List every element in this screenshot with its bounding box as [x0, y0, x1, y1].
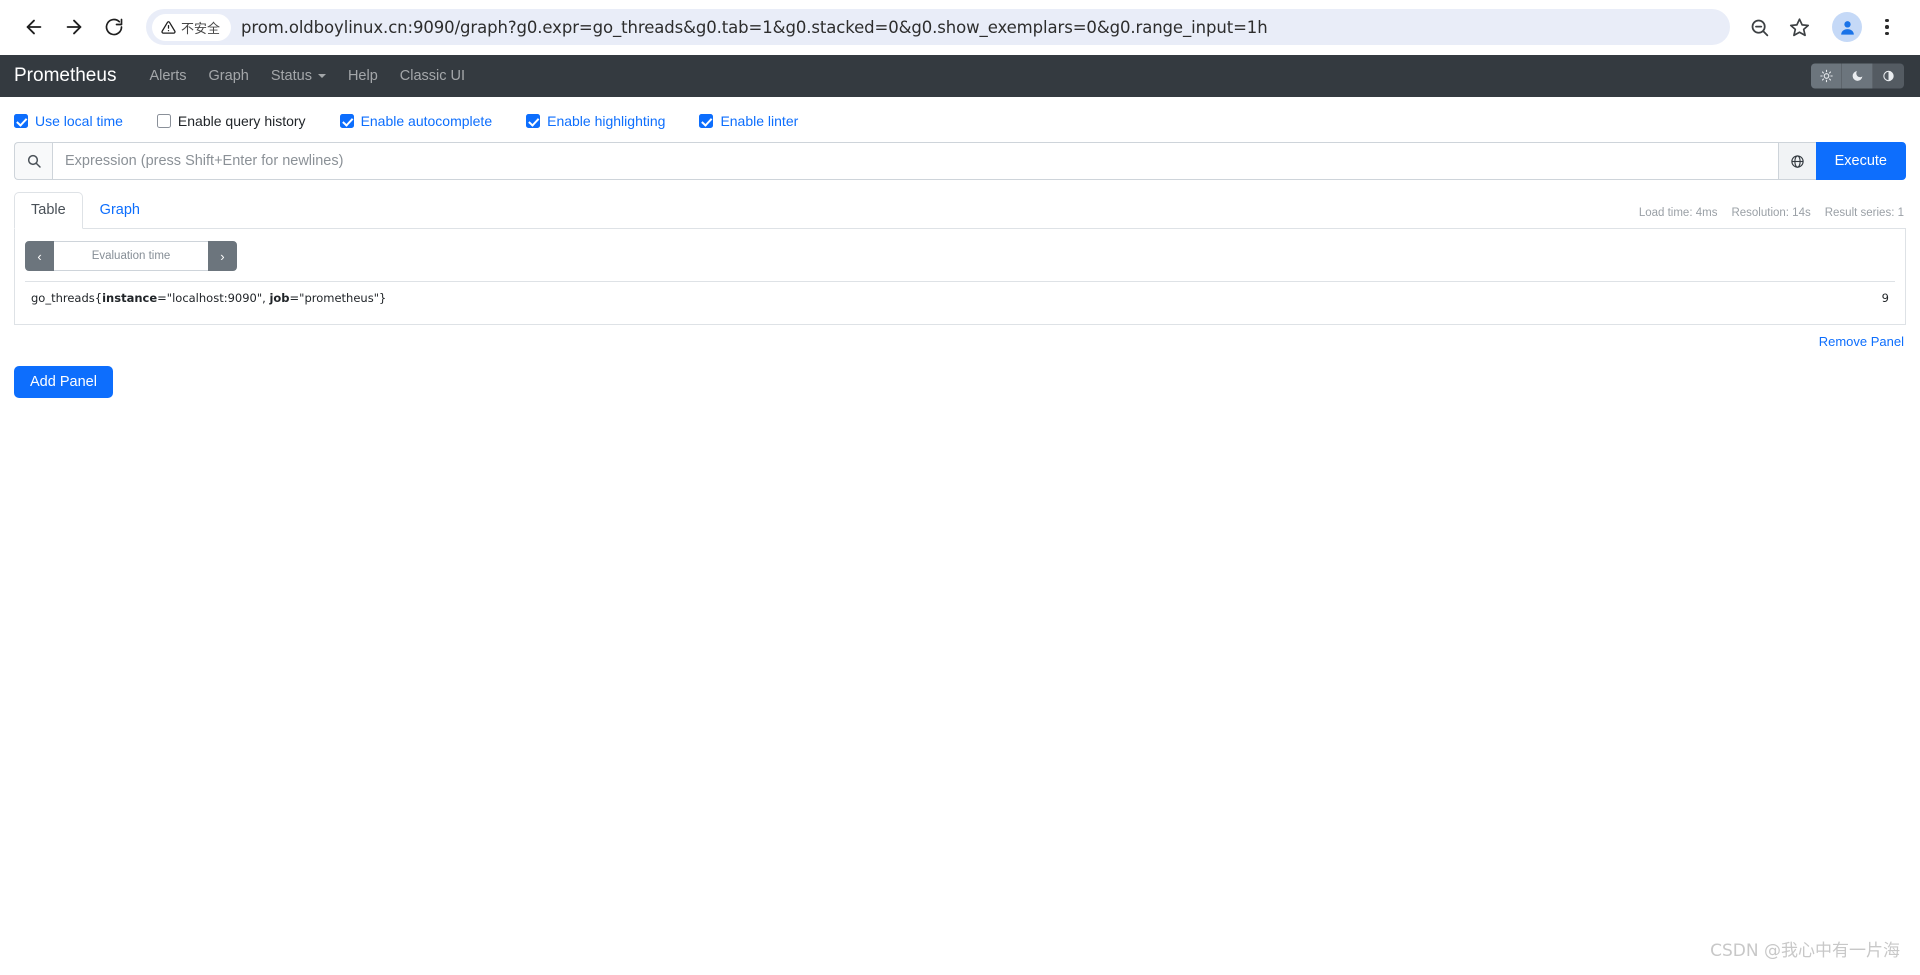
profile-avatar[interactable] [1832, 12, 1862, 42]
moon-icon [1852, 71, 1862, 81]
brand-link[interactable]: Prometheus [14, 65, 116, 87]
url-text: prom.oldboylinux.cn:9090/graph?g0.expr=g… [241, 17, 1268, 37]
evaluation-time-input[interactable] [54, 241, 208, 271]
stat-resolution: Resolution: 14s [1731, 207, 1811, 219]
theme-auto-button[interactable] [1873, 63, 1904, 89]
option-enable-linter[interactable]: Enable linter [699, 113, 798, 129]
evaluation-time-next-button[interactable]: › [207, 241, 237, 271]
enable-linter-checkbox[interactable] [699, 114, 714, 128]
stat-load-time: Load time: 4ms [1638, 207, 1718, 219]
metrics-explorer-button[interactable] [1777, 142, 1816, 180]
equals: = [157, 291, 167, 305]
label-name-instance: instance [102, 291, 158, 305]
option-label: Enable autocomplete [360, 113, 493, 129]
reload-icon [105, 18, 123, 36]
expression-input[interactable] [52, 142, 1778, 180]
enable-autocomplete-checkbox[interactable] [339, 114, 354, 128]
table-row: go_threads{instance="localhost:9090", jo… [25, 281, 1895, 315]
brace-open: { [94, 291, 103, 305]
evaluation-time-group: ‹ › [25, 241, 237, 271]
reload-button[interactable] [94, 7, 134, 47]
tab-graph[interactable]: Graph [83, 192, 157, 229]
menu-dot [1885, 18, 1889, 23]
nav-item-help[interactable]: Help [337, 62, 389, 90]
query-stats: Load time: 4ms Resolution: 14s Result se… [1639, 207, 1904, 219]
menu-dot [1885, 25, 1889, 29]
star-icon [1789, 17, 1809, 36]
nav-links: Alerts Graph Status Help Classic UI [138, 62, 476, 90]
security-chip-label: 不安全 [181, 21, 221, 37]
forward-button[interactable] [54, 7, 94, 47]
watermark: CSDN @我心中有一片海 [1710, 941, 1900, 961]
back-button[interactable] [14, 7, 54, 47]
warning-triangle-icon [161, 20, 176, 34]
nav-item-label: Alerts [149, 68, 187, 84]
option-use-local-time[interactable]: Use local time [14, 113, 123, 129]
nav-item-classic-ui[interactable]: Classic UI [389, 62, 476, 90]
result-tabs: Table Graph Load time: 4ms Resolution: 1… [14, 191, 1906, 229]
security-status-chip[interactable]: 不安全 [152, 13, 232, 41]
arrow-left-icon [26, 19, 42, 35]
result-table: go_threads{instance="localhost:9090", jo… [25, 281, 1895, 314]
theme-toggle-group [1811, 63, 1904, 89]
theme-light-button[interactable] [1811, 63, 1842, 89]
nav-item-graph[interactable]: Graph [198, 62, 260, 90]
metric-name: go_threads [31, 291, 95, 305]
bookmark-button[interactable] [1780, 8, 1818, 46]
evaluation-time-prev-button[interactable]: ‹ [25, 241, 55, 271]
option-label: Enable query history [177, 113, 306, 129]
user-icon [1840, 20, 1854, 35]
add-panel-row: Add Panel [14, 349, 1906, 398]
nav-item-status[interactable]: Status [260, 62, 337, 90]
nav-item-label: Help [347, 68, 378, 84]
search-icon [27, 154, 41, 168]
brace-close: } [379, 291, 387, 305]
browser-menu-button[interactable] [1872, 18, 1902, 36]
zoom-out-button[interactable] [1740, 8, 1778, 46]
option-enable-autocomplete[interactable]: Enable autocomplete [339, 113, 493, 129]
globe-icon [1790, 154, 1804, 168]
nav-item-alerts[interactable]: Alerts [138, 62, 197, 90]
zoom-out-icon [1751, 19, 1768, 36]
equals: = [289, 291, 300, 305]
execute-button[interactable]: Execute [1815, 142, 1906, 180]
enable-query-history-checkbox[interactable] [156, 114, 171, 128]
sun-icon [1819, 69, 1833, 83]
browser-toolbar: 不安全 prom.oldboylinux.cn:9090/graph?g0.ex… [0, 0, 1920, 55]
remove-panel-row: Remove Panel [14, 325, 1906, 349]
label-value-job: "prometheus" [299, 291, 379, 305]
query-options-row: Use local time Enable query history Enab… [14, 97, 1906, 142]
results-panel: ‹ › go_threads{instance="localhost:9090"… [14, 229, 1906, 325]
option-enable-query-history[interactable]: Enable query history [156, 113, 306, 129]
nav-item-label: Graph [208, 68, 249, 84]
option-label: Enable highlighting [547, 113, 666, 129]
tab-table[interactable]: Table [14, 192, 83, 229]
nav-item-label: Classic UI [399, 68, 466, 84]
metric-series-cell: go_threads{instance="localhost:9090", jo… [25, 282, 1765, 315]
nav-item-label: Status [270, 68, 312, 84]
half-circle-icon [1883, 70, 1894, 82]
stat-result-series: Result series: 1 [1824, 207, 1904, 219]
enable-highlighting-checkbox[interactable] [526, 114, 541, 128]
browser-actions [1740, 8, 1906, 46]
prometheus-navbar: Prometheus Alerts Graph Status Help Clas… [0, 55, 1920, 97]
label-value-instance: "localhost:9090" [166, 291, 263, 305]
remove-panel-link[interactable]: Remove Panel [1819, 334, 1904, 349]
metric-value-cell: 9 [1881, 291, 1889, 305]
option-label: Enable linter [720, 113, 799, 129]
chevron-down-icon [317, 74, 326, 78]
theme-dark-button[interactable] [1842, 63, 1873, 89]
address-bar[interactable]: 不安全 prom.oldboylinux.cn:9090/graph?g0.ex… [146, 9, 1730, 45]
search-icon-button[interactable] [14, 142, 52, 180]
add-panel-button[interactable]: Add Panel [14, 366, 113, 398]
menu-dot [1885, 31, 1889, 36]
arrow-right-icon [66, 19, 82, 35]
expression-input-group: Execute [14, 142, 1906, 180]
page-content: Use local time Enable query history Enab… [0, 97, 1920, 398]
option-label: Use local time [35, 113, 123, 129]
label-name-job: job [269, 291, 290, 305]
use-local-time-checkbox[interactable] [14, 114, 28, 128]
option-enable-highlighting[interactable]: Enable highlighting [526, 113, 665, 129]
